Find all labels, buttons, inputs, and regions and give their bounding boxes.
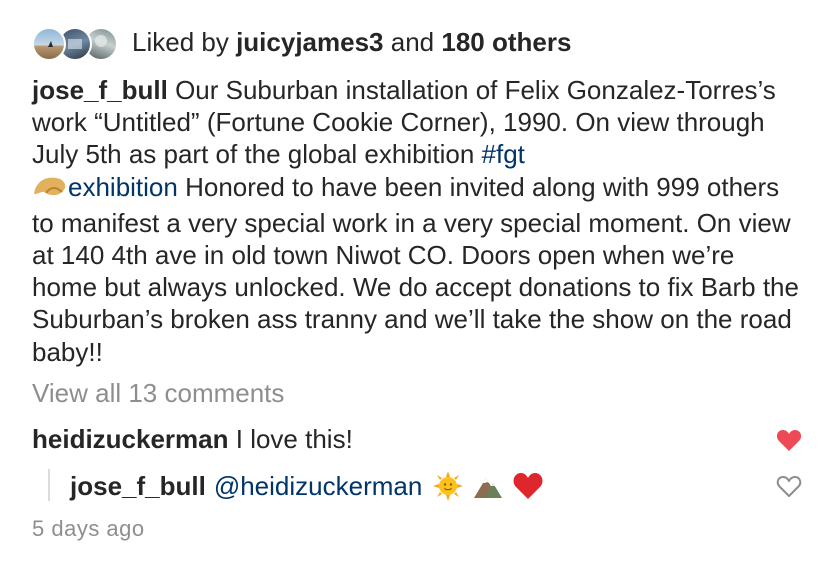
comment: heidizuckerman I love this! <box>32 424 353 455</box>
sun-face-emoji <box>432 470 464 502</box>
comment-text: I love this! <box>235 424 353 454</box>
post-caption: jose_f_bull Our Suburban installation of… <box>32 74 802 368</box>
likes-prefix: Liked by <box>132 26 229 57</box>
liker-username[interactable]: juicyjames3 <box>236 27 383 57</box>
reply-thread-line <box>48 469 50 501</box>
post-timestamp: 5 days ago <box>32 516 145 541</box>
reply-username[interactable]: jose_f_bull <box>70 471 206 502</box>
hashtag-text[interactable]: #fgt <box>482 139 525 169</box>
liker-avatars[interactable] <box>32 22 120 62</box>
red-heart-emoji <box>512 470 544 502</box>
mention-link[interactable]: @heidizuckerman <box>214 471 422 502</box>
hashtag-text-cont[interactable]: exhibition <box>68 172 178 202</box>
likes-connector: and <box>390 26 435 57</box>
comment-username[interactable]: heidizuckerman <box>32 424 229 454</box>
likes-summary: Liked by juicyjames3 and 180 others <box>132 27 571 58</box>
mountain-emoji <box>472 470 504 502</box>
view-all-comments-link[interactable]: View all 13 comments <box>32 378 284 409</box>
avatar[interactable] <box>32 27 66 61</box>
heart-filled-icon[interactable] <box>776 428 802 452</box>
fortune-cookie-emoji <box>32 174 68 207</box>
likes-others-link[interactable]: 180 others <box>441 27 571 57</box>
heart-outline-icon[interactable] <box>776 474 802 498</box>
reply-comment: jose_f_bull @heidizuckerman <box>70 470 552 502</box>
caption-username[interactable]: jose_f_bull <box>32 75 168 105</box>
likes-row: Liked by juicyjames3 and 180 others <box>32 22 571 62</box>
